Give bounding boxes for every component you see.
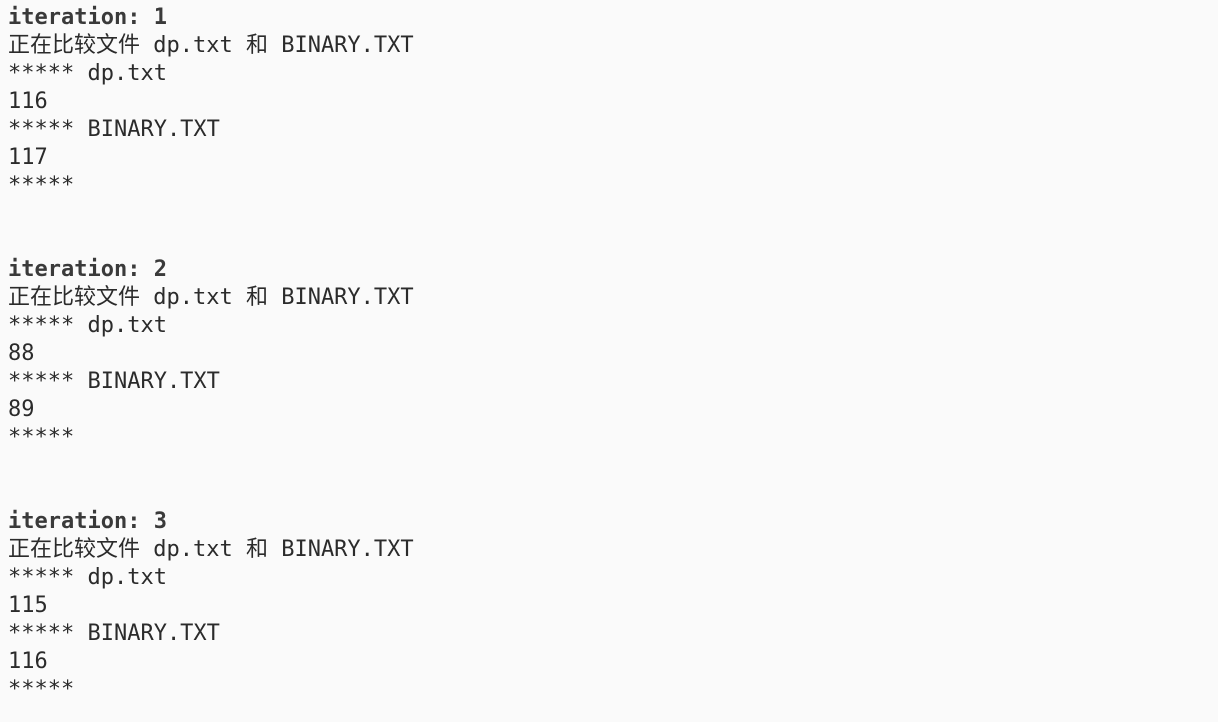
file2-value: 117 — [8, 145, 48, 170]
end-marker: ***** — [8, 425, 75, 450]
compare-message: 正在比较文件 dp.txt 和 BINARY.TXT — [8, 537, 414, 562]
console-output: iteration: 1 正在比较文件 dp.txt 和 BINARY.TXT … — [0, 0, 1218, 722]
file1-marker: ***** dp.txt — [8, 61, 167, 86]
iteration-header: iteration: 2 — [8, 257, 167, 282]
file1-marker: ***** dp.txt — [8, 565, 167, 590]
iteration-block-1: iteration: 1 正在比较文件 dp.txt 和 BINARY.TXT … — [8, 4, 1218, 200]
compare-message: 正在比较文件 dp.txt 和 BINARY.TXT — [8, 33, 414, 58]
file1-value: 115 — [8, 593, 48, 618]
compare-message: 正在比较文件 dp.txt 和 BINARY.TXT — [8, 285, 414, 310]
iteration-block-2: iteration: 2 正在比较文件 dp.txt 和 BINARY.TXT … — [8, 256, 1218, 452]
file2-marker: ***** BINARY.TXT — [8, 621, 220, 646]
file2-marker: ***** BINARY.TXT — [8, 117, 220, 142]
file2-value: 116 — [8, 649, 48, 674]
iteration-block-3: iteration: 3 正在比较文件 dp.txt 和 BINARY.TXT … — [8, 508, 1218, 704]
file2-marker: ***** BINARY.TXT — [8, 369, 220, 394]
file1-value: 88 — [8, 341, 35, 366]
file2-value: 89 — [8, 397, 35, 422]
end-marker: ***** — [8, 173, 75, 198]
file1-value: 116 — [8, 89, 48, 114]
file1-marker: ***** dp.txt — [8, 313, 167, 338]
end-marker: ***** — [8, 677, 75, 702]
iteration-header: iteration: 3 — [8, 509, 167, 534]
iteration-header: iteration: 1 — [8, 5, 167, 30]
